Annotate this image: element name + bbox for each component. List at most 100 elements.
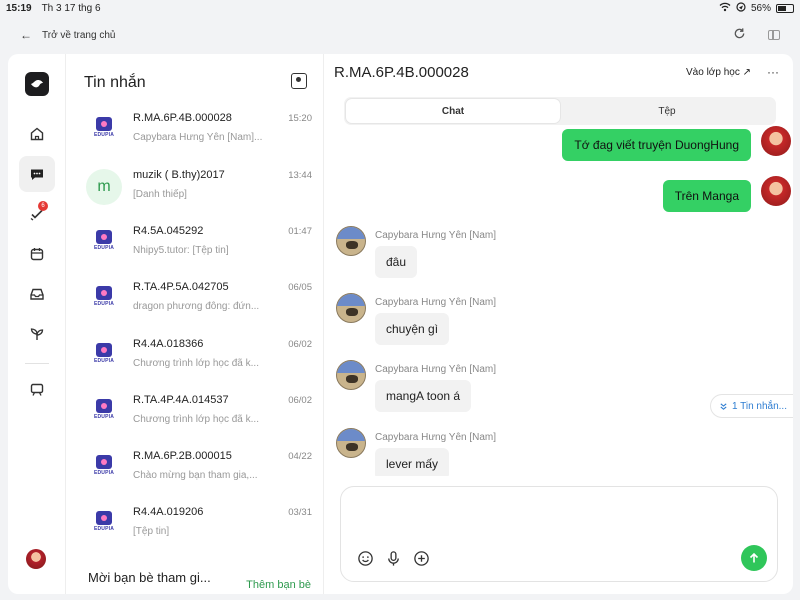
conversation-item[interactable]: EDUPIA R4.4A.018366 Chương trình lớp học… xyxy=(76,330,316,382)
conversation-name: R.MA.6P.4B.000028 xyxy=(133,112,232,124)
status-time: 15:19 xyxy=(6,2,32,14)
group-avatar: EDUPIA xyxy=(86,225,122,261)
battery-icon xyxy=(776,3,794,13)
join-class-button[interactable]: Vào lớp học ↗ xyxy=(686,67,751,78)
tab-files[interactable]: Tệp xyxy=(560,99,774,123)
new-messages-button[interactable]: 1 Tin nhắn... xyxy=(709,394,793,418)
calendar-icon[interactable] xyxy=(19,236,55,272)
location-icon xyxy=(736,1,746,15)
edupia-logo-text: EDUPIA xyxy=(93,414,115,420)
messages-icon[interactable] xyxy=(19,156,55,192)
edupia-logo-icon: EDUPIA xyxy=(93,230,115,256)
arrow-up-icon xyxy=(749,552,759,563)
refresh-icon[interactable] xyxy=(733,27,746,43)
group-avatar: EDUPIA xyxy=(86,394,122,430)
conversation-list-panel: Tin nhắn EDUPIA R.MA.6P.4B.000028 Capyba… xyxy=(66,54,324,594)
emoji-icon[interactable] xyxy=(355,548,375,568)
sender-name: Capybara Hưng Yên [Nam] xyxy=(375,364,497,375)
group-avatar: EDUPIA xyxy=(86,338,122,374)
conversation-preview: [Tệp tin] xyxy=(133,526,170,537)
edupia-logo-icon: EDUPIA xyxy=(93,455,115,481)
conversation-item[interactable]: m muzik ( B.thy)2017 [Danh thiếp] 13:44 xyxy=(76,161,316,213)
my-avatar xyxy=(761,126,791,156)
group-avatar: EDUPIA xyxy=(86,506,122,542)
user-avatar[interactable] xyxy=(26,549,46,569)
outgoing-message: Tớ đag viết truyện DuongHung xyxy=(562,129,751,161)
chat-tabs: Chat Tệp xyxy=(344,97,776,125)
send-button[interactable] xyxy=(741,545,767,571)
conversation-time: 01:47 xyxy=(288,226,312,237)
conversation-preview: Chương trình lớp học đã k... xyxy=(133,358,259,369)
tab-chat[interactable]: Chat xyxy=(346,99,560,123)
conversation-preview: Capybara Hưng Yên [Nam]... xyxy=(133,132,263,143)
home-icon[interactable] xyxy=(19,116,55,152)
conversation-time: 15:20 xyxy=(288,113,312,124)
chat-title: R.MA.6P.4B.000028 xyxy=(334,63,469,81)
conversation-name: R.MA.6P.2B.000015 xyxy=(133,450,232,462)
message-composer xyxy=(340,486,778,582)
conversation-item[interactable]: EDUPIA R.TA.4P.5A.042705 dragon phương đ… xyxy=(76,273,316,325)
main-card: 6 Tin nhắn EDUPIA R.MA.6P.4B.000028 Capy… xyxy=(8,54,793,594)
back-arrow-icon[interactable]: ← xyxy=(20,28,32,42)
conversation-time: 04/22 xyxy=(288,451,312,462)
conversation-item[interactable]: EDUPIA R.TA.4P.4A.014537 Chương trình lớ… xyxy=(76,386,316,438)
status-date: Th 3 17 thg 6 xyxy=(41,2,101,14)
conversation-name: R.TA.4P.4A.014537 xyxy=(133,394,229,406)
inbox-icon[interactable] xyxy=(19,276,55,312)
message-input[interactable] xyxy=(355,497,765,537)
top-bar: ← Trở về trang chủ xyxy=(0,22,800,48)
conversation-preview: dragon phương đông: đứn... xyxy=(133,301,260,312)
group-avatar: EDUPIA xyxy=(86,450,122,486)
message-list[interactable]: Tớ đag viết truyện DuongHung Trên Manga … xyxy=(324,126,793,476)
sender-name: Capybara Hưng Yên [Nam] xyxy=(375,230,497,241)
microphone-icon[interactable] xyxy=(383,548,403,568)
conversation-item[interactable]: EDUPIA R4.5A.045292 Nhipy5.tutor: [Tệp t… xyxy=(76,217,316,269)
conversation-name: R4.4A.019206 xyxy=(133,506,204,518)
nav-rail: 6 xyxy=(8,54,66,594)
chat-header: R.MA.6P.4B.000028 Vào lớp học ↗ ··· xyxy=(324,54,793,90)
edupia-logo-icon: EDUPIA xyxy=(93,343,115,369)
group-avatar: EDUPIA xyxy=(86,112,122,148)
status-bar: 15:19 Th 3 17 thg 6 56% xyxy=(0,0,800,16)
topbar-actions xyxy=(733,27,780,43)
todo-icon[interactable]: 6 xyxy=(19,196,55,232)
conversation-preview: Chào mừng bạn tham gia,... xyxy=(133,470,258,481)
my-avatar xyxy=(761,176,791,206)
conversation-name: R.TA.4P.5A.042705 xyxy=(133,281,229,293)
edupia-logo-icon: EDUPIA xyxy=(93,399,115,425)
sprout-icon[interactable] xyxy=(19,316,55,352)
sender-avatar xyxy=(336,226,366,256)
edupia-logo-text: EDUPIA xyxy=(93,132,115,138)
edupia-logo-text: EDUPIA xyxy=(93,245,115,251)
status-right: 56% xyxy=(719,1,794,15)
battery-percent: 56% xyxy=(750,2,771,14)
conversation-item[interactable]: EDUPIA R.MA.6P.2B.000015 Chào mừng bạn t… xyxy=(76,442,316,494)
contacts-icon[interactable] xyxy=(291,73,307,89)
new-messages-label: 1 Tin nhắn... xyxy=(731,400,787,412)
conversation-time: 06/05 xyxy=(288,282,312,293)
sender-avatar xyxy=(336,293,366,323)
conversation-name: muzik ( B.thy)2017 xyxy=(133,169,225,181)
edupia-logo-icon: EDUPIA xyxy=(93,117,115,143)
sidebar-toggle-icon[interactable] xyxy=(768,30,780,40)
classroom-icon[interactable] xyxy=(19,372,55,408)
app-logo[interactable] xyxy=(25,72,49,96)
conversation-item[interactable]: EDUPIA R.MA.6P.4B.000028 Capybara Hưng Y… xyxy=(76,104,316,156)
conversation-preview: [Danh thiếp] xyxy=(133,189,187,200)
add-friend-link[interactable]: Thêm bạn bè xyxy=(246,579,311,591)
edupia-logo-text: EDUPIA xyxy=(93,526,115,532)
more-options-button[interactable]: ··· xyxy=(767,65,779,79)
group-avatar: m xyxy=(86,169,122,205)
conversation-item[interactable]: EDUPIA R4.4A.019206 [Tệp tin] 03/31 xyxy=(76,498,316,550)
edupia-logo-text: EDUPIA xyxy=(93,470,115,476)
messages-title: Tin nhắn xyxy=(84,74,146,91)
wifi-icon xyxy=(719,2,731,15)
back-to-home-link[interactable]: Trở về trang chủ xyxy=(42,30,115,41)
bird-icon xyxy=(31,80,43,88)
add-attachment-icon[interactable] xyxy=(411,548,431,568)
sender-avatar xyxy=(336,428,366,458)
group-avatar: EDUPIA xyxy=(86,281,122,317)
conversation-name: R4.4A.018366 xyxy=(133,338,204,350)
incoming-message: chuyện gì xyxy=(375,313,450,345)
conversation-name: R4.5A.045292 xyxy=(133,225,204,237)
